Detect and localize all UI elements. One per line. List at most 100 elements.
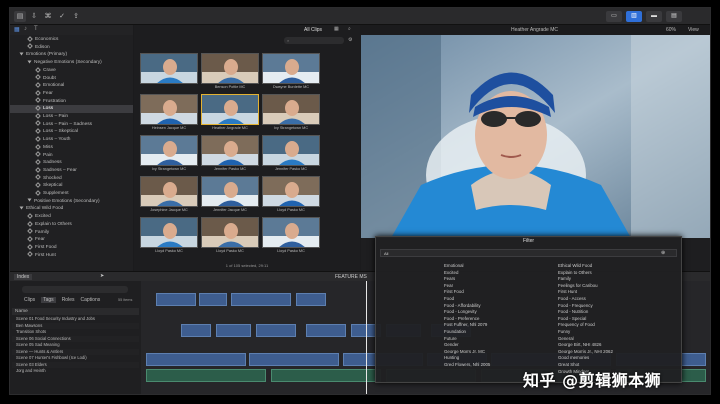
browser-filter-label[interactable]: All Clips xyxy=(304,27,322,33)
arrow-tool-icon[interactable]: ➤ xyxy=(100,273,104,279)
clip-thumbnail[interactable] xyxy=(201,94,259,125)
filter-keyword[interactable]: First Hunt xyxy=(558,289,613,296)
filter-keyword[interactable]: Excited xyxy=(444,270,490,277)
clip-thumbnail[interactable] xyxy=(140,217,198,248)
timeline-clip[interactable] xyxy=(216,324,251,337)
library-item[interactable]: Loss – Pain xyxy=(10,112,133,121)
library-item[interactable]: Loss – Youth xyxy=(10,135,133,144)
library-item[interactable]: Loss – Skeptical xyxy=(10,128,133,136)
keyword-icon[interactable]: ⌘ xyxy=(42,11,54,22)
clip-thumbnail[interactable] xyxy=(201,176,259,207)
library-item[interactable]: Doubt xyxy=(10,74,133,83)
filter-search-row[interactable]: All ⊕ xyxy=(380,249,677,257)
index-search[interactable] xyxy=(22,286,128,293)
inspector-toggle-icon[interactable]: ▤ xyxy=(666,11,682,22)
library-item[interactable]: Sadness xyxy=(10,159,133,167)
share-icon[interactable]: ⇪ xyxy=(70,11,82,22)
filter-keyword[interactable]: Food - Nutrition xyxy=(558,309,613,316)
library-item[interactable]: Fear xyxy=(10,236,133,244)
library-item[interactable]: Emotions (Primary) xyxy=(10,51,133,59)
view-menu[interactable]: View xyxy=(688,27,699,33)
index-tab[interactable]: Captions xyxy=(80,297,100,303)
library-item[interactable]: Fear xyxy=(10,89,133,98)
index-row[interactable]: Jorg and Heinth xyxy=(12,368,139,375)
viewer-image[interactable] xyxy=(361,35,710,238)
filter-keyword[interactable]: First Food xyxy=(444,289,490,296)
timeline-clip[interactable] xyxy=(306,324,346,337)
library-item[interactable]: Emotional xyxy=(10,82,133,90)
filter-keyword[interactable]: George Morrs Jr. MC xyxy=(444,349,490,356)
layout-icon[interactable]: ▭ xyxy=(606,11,622,22)
filter-icon[interactable]: ⚙ xyxy=(348,37,352,43)
timeline-toggle-icon[interactable]: ▬ xyxy=(646,11,662,22)
filter-add-icon[interactable]: ⊕ xyxy=(661,250,665,256)
filter-keyword[interactable]: Future xyxy=(444,336,490,343)
filter-keyword[interactable]: George Birt, NHI 4826 xyxy=(558,342,613,349)
timeline-clip[interactable] xyxy=(146,353,246,366)
library-item[interactable]: Sadness – Fear xyxy=(10,166,133,175)
clip-thumbnail[interactable] xyxy=(140,53,198,84)
library-item[interactable]: Frustration xyxy=(10,97,133,106)
filter-keyword[interactable]: Food - Special xyxy=(558,316,613,323)
filter-keyword[interactable]: Foundation xyxy=(444,329,490,336)
clip-thumbnail[interactable] xyxy=(262,53,320,84)
timeline-clip[interactable] xyxy=(249,353,339,366)
check-icon[interactable]: ✓ xyxy=(56,11,68,22)
timeline-clip[interactable] xyxy=(256,324,296,337)
browser-search-field[interactable]: ⌕ xyxy=(284,37,344,44)
library-item[interactable]: Supplement xyxy=(10,189,133,198)
disclosure-icon[interactable] xyxy=(19,52,24,56)
timeline-clip[interactable] xyxy=(181,324,211,337)
playhead[interactable] xyxy=(366,281,367,394)
filter-keyword[interactable]: Food - Longevity xyxy=(444,309,490,316)
clip-thumbnail[interactable] xyxy=(262,94,320,125)
clip-thumbnail[interactable] xyxy=(201,53,259,84)
titles-icon[interactable]: T xyxy=(34,26,38,32)
clip-thumbnail[interactable] xyxy=(140,135,198,166)
library-item[interactable]: Explain to Others xyxy=(10,220,133,229)
library-item[interactable]: Edison xyxy=(10,43,133,52)
clip-thumbnail[interactable] xyxy=(140,94,198,125)
library-item[interactable]: First Food xyxy=(10,243,133,252)
filter-keyword[interactable]: Gred Flowers, Nhl 2005 xyxy=(444,362,490,369)
import-icon[interactable]: ⇩ xyxy=(28,11,40,22)
filter-keyword[interactable]: Hunting xyxy=(444,355,490,362)
library-item[interactable]: Skeptical xyxy=(10,182,133,190)
library-item[interactable]: Positive Emotions (Secondary) xyxy=(10,198,133,206)
filter-keyword[interactable]: Emotional xyxy=(444,263,490,270)
clip-thumbnail[interactable] xyxy=(262,135,320,166)
library-item[interactable]: First Hunt xyxy=(10,251,133,260)
clip-thumbnail[interactable] xyxy=(201,135,259,166)
filter-keyword[interactable]: Fears xyxy=(444,276,490,283)
filter-keyword[interactable]: Food - Preference xyxy=(444,316,490,323)
clip-appearance-icon[interactable]: ▦ xyxy=(334,26,339,32)
timeline-clip[interactable] xyxy=(156,293,196,306)
library-item[interactable]: Loss xyxy=(10,105,133,113)
filter-keyword[interactable]: Good memories xyxy=(558,355,613,362)
library-item[interactable]: Pain xyxy=(10,151,133,160)
filter-keyword[interactable]: George Morris Jr., NHI 2062 xyxy=(558,349,613,356)
disclosure-icon[interactable] xyxy=(27,60,32,64)
filter-keyword[interactable]: Funny xyxy=(558,329,613,336)
disclosure-icon[interactable] xyxy=(27,198,32,202)
timeline-clip[interactable] xyxy=(271,369,381,382)
timeline-clip[interactable] xyxy=(296,293,326,306)
libraries-icon[interactable]: ▦ xyxy=(14,26,20,33)
library-item[interactable]: Economics xyxy=(10,35,133,44)
library-item[interactable]: Ethical Wild Food xyxy=(10,205,133,213)
library-item[interactable]: Crave xyxy=(10,66,133,75)
filter-keyword[interactable]: Fost Fuffner, Nhl 2079 xyxy=(444,322,490,329)
library-item[interactable]: Shocked xyxy=(10,174,133,183)
filter-keyword[interactable]: Fear xyxy=(444,283,490,290)
index-tab[interactable]: Clips xyxy=(24,297,35,303)
filter-keyword[interactable]: Food - Frequency xyxy=(558,303,613,310)
library-item[interactable]: Excited xyxy=(10,212,133,221)
library-icon[interactable]: ▤ xyxy=(14,11,26,22)
filter-keyword[interactable]: Family xyxy=(558,276,613,283)
disclosure-icon[interactable] xyxy=(19,206,24,210)
zoom-level[interactable]: 60% xyxy=(666,27,676,33)
clip-thumbnail[interactable] xyxy=(140,176,198,207)
clip-thumbnail[interactable] xyxy=(262,176,320,207)
photos-icon[interactable]: ♪ xyxy=(24,26,27,32)
filter-keyword[interactable]: Gender xyxy=(444,342,490,349)
